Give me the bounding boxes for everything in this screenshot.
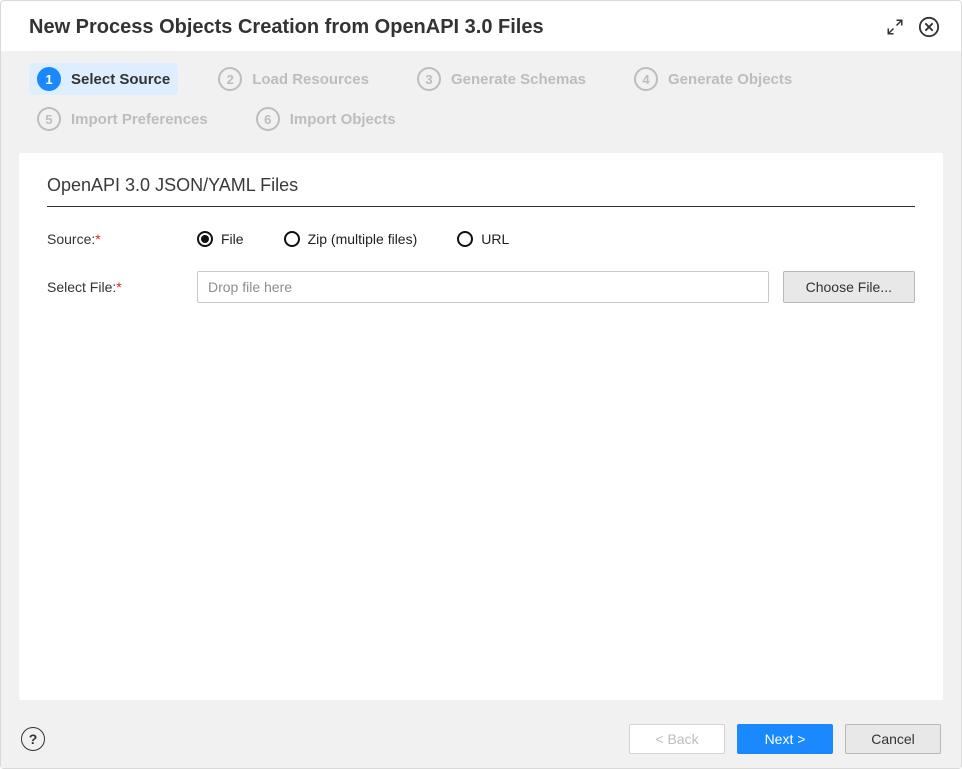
source-row: Source:* File Zip (multiple files) URL <box>47 231 915 247</box>
file-drop-input[interactable] <box>197 271 769 303</box>
step-label: Generate Schemas <box>451 71 586 88</box>
step-label: Select Source <box>71 71 170 88</box>
wizard-body: 1 Select Source 2 Load Resources 3 Gener… <box>1 51 961 710</box>
step-badge: 3 <box>417 67 441 91</box>
radio-label: URL <box>481 231 509 247</box>
source-label: Source:* <box>47 231 197 247</box>
dialog-header: New Process Objects Creation from OpenAP… <box>1 1 961 51</box>
step-label: Import Preferences <box>71 111 208 128</box>
radio-icon <box>284 231 300 247</box>
step-badge: 2 <box>218 67 242 91</box>
source-radio-group: File Zip (multiple files) URL <box>197 231 509 247</box>
dialog-title: New Process Objects Creation from OpenAP… <box>29 16 544 39</box>
select-file-label: Select File:* <box>47 279 197 295</box>
expand-icon[interactable] <box>883 15 907 39</box>
step-badge: 5 <box>37 107 61 131</box>
step-generate-objects[interactable]: 4 Generate Objects <box>626 63 800 95</box>
next-button[interactable]: Next > <box>737 724 833 754</box>
step-badge: 6 <box>256 107 280 131</box>
wizard-dialog: New Process Objects Creation from OpenAP… <box>0 0 962 769</box>
source-option-zip[interactable]: Zip (multiple files) <box>284 231 418 247</box>
step-badge: 4 <box>634 67 658 91</box>
back-button: < Back <box>629 724 725 754</box>
radio-icon <box>457 231 473 247</box>
file-input-wrap: Choose File... <box>197 271 915 303</box>
step-badge: 1 <box>37 67 61 91</box>
step-generate-schemas[interactable]: 3 Generate Schemas <box>409 63 594 95</box>
help-icon[interactable]: ? <box>21 727 45 751</box>
source-option-file[interactable]: File <box>197 231 244 247</box>
radio-label: File <box>221 231 244 247</box>
step-import-objects[interactable]: 6 Import Objects <box>248 103 404 135</box>
main-panel: OpenAPI 3.0 JSON/YAML Files Source:* Fil… <box>19 153 943 700</box>
radio-label: Zip (multiple files) <box>308 231 418 247</box>
radio-icon <box>197 231 213 247</box>
step-load-resources[interactable]: 2 Load Resources <box>210 63 377 95</box>
step-label: Import Objects <box>290 111 396 128</box>
select-file-row: Select File:* Choose File... <box>47 271 915 303</box>
step-label: Load Resources <box>252 71 369 88</box>
close-icon[interactable] <box>917 15 941 39</box>
cancel-button[interactable]: Cancel <box>845 724 941 754</box>
choose-file-button[interactable]: Choose File... <box>783 271 915 303</box>
step-label: Generate Objects <box>668 71 792 88</box>
source-option-url[interactable]: URL <box>457 231 509 247</box>
dialog-header-controls <box>883 15 941 39</box>
step-select-source[interactable]: 1 Select Source <box>29 63 178 95</box>
step-import-preferences[interactable]: 5 Import Preferences <box>29 103 216 135</box>
dialog-footer: ? < Back Next > Cancel <box>1 710 961 768</box>
section-title: OpenAPI 3.0 JSON/YAML Files <box>47 175 915 207</box>
step-indicator: 1 Select Source 2 Load Resources 3 Gener… <box>19 61 943 145</box>
footer-buttons: < Back Next > Cancel <box>629 724 941 754</box>
